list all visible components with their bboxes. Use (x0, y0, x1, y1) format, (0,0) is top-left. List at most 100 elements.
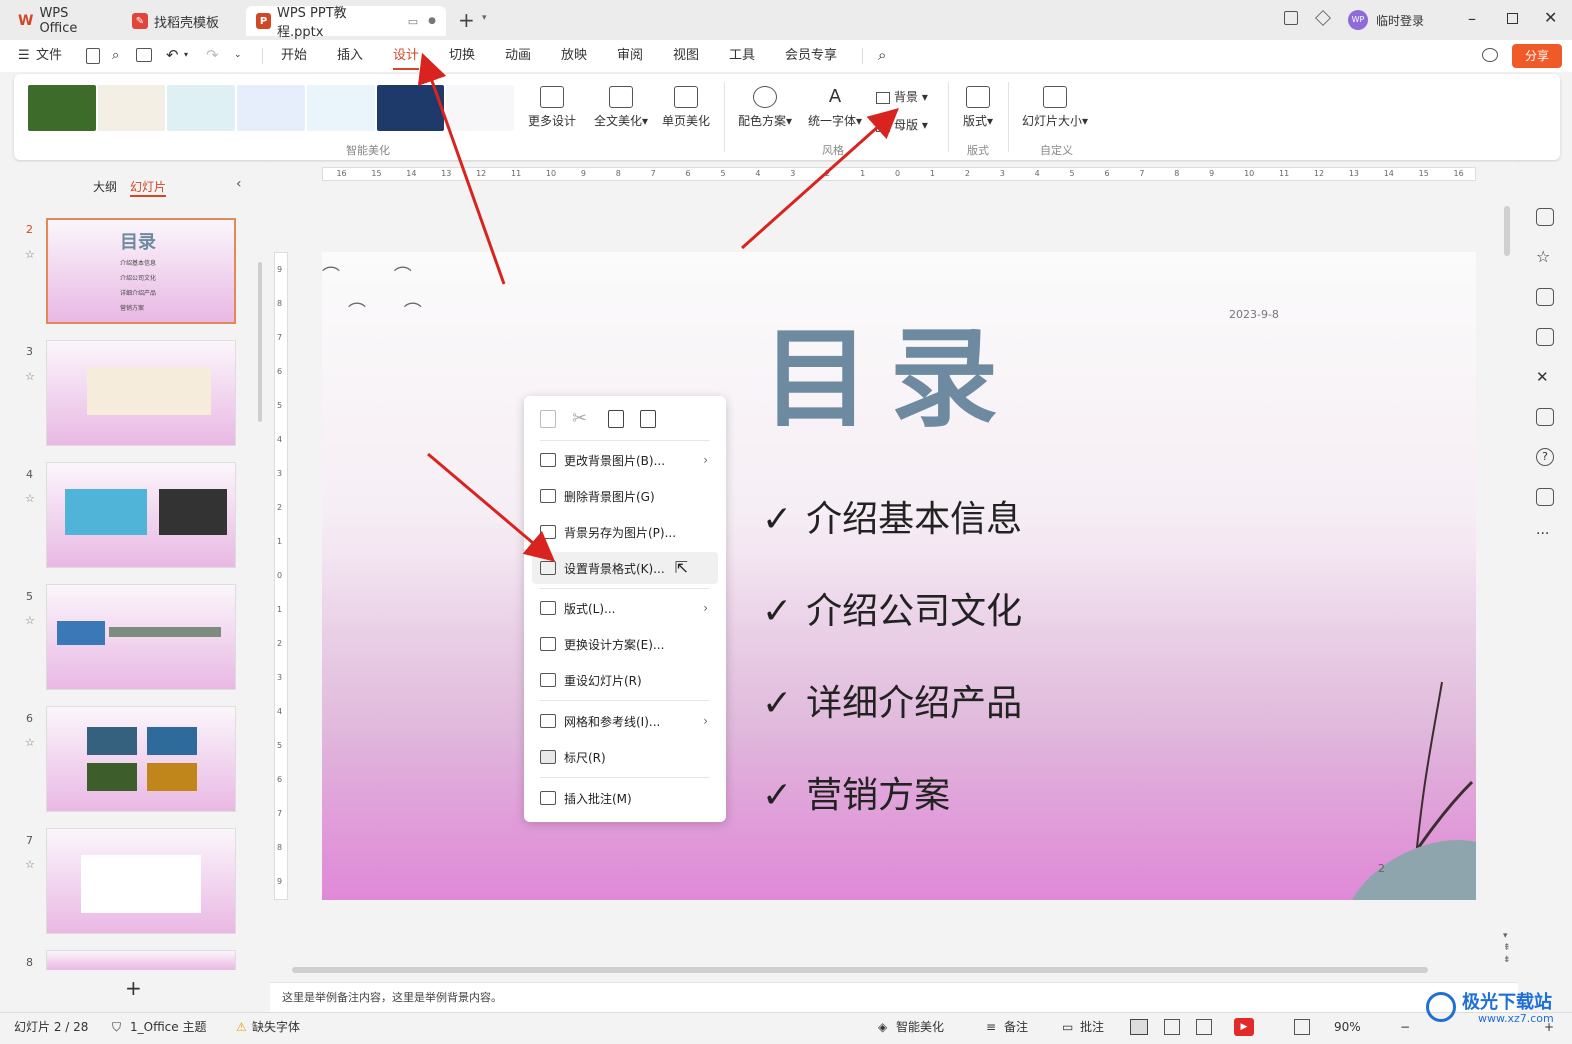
full-beautify-button[interactable]: 全文美化▾ (588, 86, 654, 129)
more-design-button[interactable]: 更多设计 (526, 86, 578, 129)
star-icon[interactable]: ☆ (25, 736, 35, 749)
minimize-icon[interactable]: – (1468, 9, 1476, 28)
help-icon[interactable]: ? (1536, 448, 1554, 466)
print-preview-icon[interactable] (136, 48, 152, 62)
tab-ppt-document[interactable]: P WPS PPT教程.pptx ▭ ● (246, 6, 446, 40)
vertical-ruler[interactable]: 9 8 7 6 5 4 3 2 1 0 1 2 3 4 5 6 7 8 9 (274, 252, 288, 900)
tab-slides[interactable]: 幻灯片 (130, 178, 167, 197)
star-icon[interactable]: ☆ (25, 614, 35, 627)
layout-icon[interactable] (1284, 11, 1298, 25)
slide-thumbnail-8[interactable] (46, 950, 236, 970)
menu-slideshow[interactable]: 放映 (561, 40, 587, 72)
single-beautify-button[interactable]: 单页美化 (660, 86, 712, 129)
color-scheme-button[interactable]: 配色方案▾ (734, 86, 796, 129)
slide-title[interactable]: 目录 (762, 292, 1018, 448)
panel-scrollbar[interactable] (258, 262, 262, 422)
maximize-icon[interactable] (1507, 13, 1518, 24)
zoom-level[interactable]: 90% (1334, 1013, 1361, 1041)
menu-reset-slide[interactable]: 重设幻灯片(R) (532, 664, 718, 696)
star-icon[interactable]: ☆ (25, 370, 35, 383)
horizontal-scrollbar[interactable] (292, 967, 1428, 973)
book-icon[interactable] (1536, 408, 1554, 426)
file-menu[interactable]: 文件 (36, 40, 62, 72)
tools-icon[interactable]: ✕ (1536, 368, 1554, 386)
fit-window-icon[interactable] (1294, 1019, 1310, 1035)
save-icon[interactable] (86, 48, 100, 64)
collapse-chevron-icon[interactable]: ‹ (236, 176, 242, 192)
unify-font-button[interactable]: A 统一字体▾ (804, 86, 866, 129)
menu-save-background-as-image[interactable]: 背景另存为图片(P)... (532, 516, 718, 548)
slide-size-button[interactable]: 幻灯片大小▾ (1018, 86, 1092, 129)
menu-view[interactable]: 视图 (673, 40, 699, 72)
slide-thumbnail-3[interactable] (46, 340, 236, 446)
menu-format-background[interactable]: 设置背景格式(K)... ⇱ (532, 552, 718, 584)
master-button[interactable]: 母版 ▾ (876, 116, 936, 133)
chevron-down-icon[interactable]: ▾ (482, 13, 487, 23)
template-thumb[interactable] (376, 85, 445, 131)
menu-design[interactable]: 设计 (393, 40, 420, 72)
star-icon[interactable]: ☆ (25, 858, 35, 871)
cut-icon[interactable]: ✂ (572, 408, 587, 429)
tab-docer-templates[interactable]: ✎ 找稻壳模板 (122, 6, 240, 36)
star-icon[interactable]: ☆ (25, 248, 35, 261)
vertical-scrollbar[interactable] (1504, 206, 1510, 256)
menu-delete-background-image[interactable]: 删除背景图片(G) (532, 480, 718, 512)
normal-view-icon[interactable] (1130, 1019, 1148, 1035)
template-thumb[interactable] (237, 85, 305, 131)
slide-thumbnail-6[interactable] (46, 706, 236, 812)
template-thumb[interactable] (306, 85, 375, 131)
more-icon[interactable]: ··· (1536, 526, 1549, 542)
menu-insert-comment[interactable]: 插入批注(M) (532, 782, 718, 814)
menu-change-background-image[interactable]: 更改背景图片(B)... › (532, 444, 718, 476)
menu-insert[interactable]: 插入 (337, 40, 363, 72)
play-icon[interactable]: ▶ (1234, 1018, 1254, 1036)
menu-animations[interactable]: 动画 (505, 40, 531, 72)
menu-transitions[interactable]: 切换 (449, 40, 475, 72)
layout-button[interactable]: 版式▾ (956, 86, 1000, 129)
new-tab-icon[interactable]: + (458, 8, 475, 32)
reading-view-icon[interactable] (1196, 1019, 1212, 1035)
add-slide-icon[interactable]: + (125, 976, 142, 1000)
copy-slides-icon[interactable] (1536, 288, 1554, 306)
missing-font[interactable]: 缺失字体 (252, 1013, 300, 1041)
search-icon[interactable]: ⌕ (878, 46, 886, 64)
menu-icon[interactable]: ☰ (18, 40, 30, 72)
puzzle-icon[interactable] (1536, 488, 1554, 506)
horizontal-ruler[interactable]: 16 15 14 13 12 11 10 9 8 7 6 5 4 3 2 1 0 1 2 3 4 5 6 7 8 9 10 11 12 1… (322, 167, 1476, 181)
comment-toggle[interactable]: 批注 (1080, 1013, 1104, 1041)
menu-grid-guides[interactable]: 网格和参考线(I)... › (532, 705, 718, 737)
redo-icon[interactable]: ↷ (206, 46, 219, 64)
quick-access-dropdown-icon[interactable]: ⌄ (234, 50, 242, 60)
undo-dropdown-icon[interactable]: ▾ (184, 50, 188, 59)
smart-beautify-button[interactable]: 智能美化 (896, 1013, 944, 1041)
paste-icon[interactable] (608, 410, 624, 428)
undo-icon[interactable]: ↶ (166, 46, 179, 64)
slide-bullet-list[interactable]: ✓ 介绍基本信息 ✓ 介绍公司文化 ✓ 详细介绍产品 ✓ 营销方案 (762, 474, 1022, 842)
tab-wps-office[interactable]: W WPS Office (8, 6, 116, 36)
sorter-view-icon[interactable] (1164, 1019, 1180, 1035)
notes-pane[interactable]: 这里是举例备注内容，这里是举例背景内容。 (270, 982, 1518, 1012)
menu-tools[interactable]: 工具 (729, 40, 755, 72)
template-thumb[interactable] (446, 85, 515, 131)
share-button[interactable]: 分享 (1512, 44, 1562, 68)
template-thumb[interactable] (97, 85, 166, 131)
paste-special-icon[interactable] (640, 410, 656, 428)
copy-icon[interactable] (540, 410, 556, 428)
close-icon[interactable]: ✕ (1544, 8, 1557, 27)
menu-layout[interactable]: 版式(L)... › (532, 592, 718, 624)
menu-ruler[interactable]: 标尺(R) (532, 741, 718, 773)
background-button[interactable]: 背景 ▾ (876, 88, 936, 105)
star-icon[interactable]: ☆ (25, 492, 35, 505)
menu-change-design[interactable]: 更换设计方案(E)... (532, 628, 718, 660)
settings-sliders-icon[interactable] (1536, 208, 1554, 226)
slide-canvas[interactable]: ⌒ ⌒ ⌒ ⌒ 目录 2023-9-8 ✓ 介绍基本信息 ✓ 介绍公司文化 ✓ 详细介… (322, 252, 1476, 900)
slide-thumbnail-5[interactable] (46, 584, 236, 690)
format-painter-icon[interactable]: ⌕ (112, 48, 119, 63)
avatar[interactable]: WP (1348, 10, 1368, 30)
cube-icon[interactable] (1315, 10, 1331, 26)
slide-date[interactable]: 2023-9-8 (1229, 308, 1279, 321)
cloud-icon[interactable] (1482, 48, 1498, 62)
tab-outline[interactable]: 大纲 (93, 178, 117, 195)
star-icon[interactable]: ☆ (1536, 248, 1554, 266)
notes-toggle[interactable]: 备注 (1004, 1013, 1028, 1041)
